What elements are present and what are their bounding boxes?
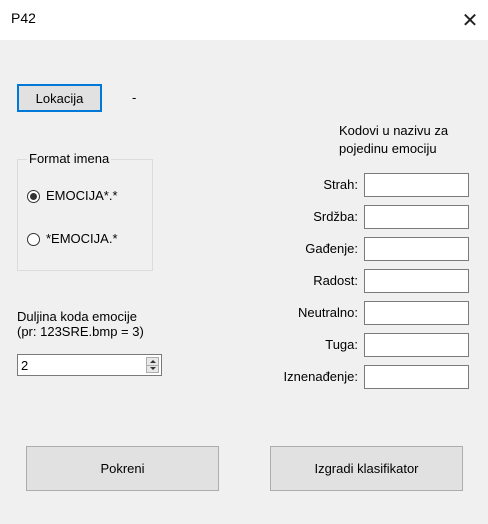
- title-bar: P42 ✕: [0, 0, 488, 40]
- emotion-codes-header-line2: pojedinu emociju: [339, 141, 437, 156]
- location-value: -: [132, 90, 137, 105]
- emotion-label-neutralno: Neutralno:: [298, 305, 358, 320]
- emotion-input-strah[interactable]: [364, 173, 469, 197]
- close-icon[interactable]: ✕: [452, 0, 488, 40]
- spin-buttons[interactable]: [146, 357, 159, 373]
- emotion-label-radost: Radost:: [313, 273, 358, 288]
- code-length-label-line2: (pr: 123SRE.bmp = 3): [17, 324, 144, 339]
- emotion-codes-header-line1: Kodovi u nazivu za: [339, 123, 449, 138]
- emotion-input-srdzba[interactable]: [364, 205, 469, 229]
- run-button[interactable]: Pokreni: [26, 446, 219, 491]
- format-option-1-label[interactable]: EMOCIJA*.*: [46, 188, 118, 203]
- code-length-value[interactable]: 2: [21, 358, 28, 373]
- format-option-2-label[interactable]: *EMOCIJA.*: [46, 231, 118, 246]
- emotion-input-iznenadjenje[interactable]: [364, 365, 469, 389]
- format-option-1-radio[interactable]: [27, 190, 40, 203]
- emotion-label-gadjenje: Gađenje:: [305, 241, 358, 256]
- name-format-legend: Format imena: [27, 151, 112, 166]
- build-classifier-button[interactable]: Izgradi klasifikator: [270, 446, 463, 491]
- window-title: P42: [11, 10, 36, 26]
- format-option-2-radio[interactable]: [27, 233, 40, 246]
- emotion-label-iznenadjenje: Iznenađenje:: [283, 369, 358, 384]
- location-button[interactable]: Lokacija: [17, 84, 102, 112]
- code-length-label-line1: Duljina koda emocije: [17, 309, 137, 324]
- emotion-label-strah: Strah:: [323, 177, 358, 192]
- emotion-label-tuga: Tuga:: [325, 337, 358, 352]
- emotion-input-neutralno[interactable]: [364, 301, 469, 325]
- emotion-label-srdzba: Srdžba:: [313, 209, 358, 224]
- emotion-input-tuga[interactable]: [364, 333, 469, 357]
- code-length-stepper[interactable]: 2: [17, 354, 162, 376]
- emotion-input-radost[interactable]: [364, 269, 469, 293]
- chevron-down-icon[interactable]: [147, 365, 158, 372]
- emotion-input-gadjenje[interactable]: [364, 237, 469, 261]
- name-format-group: [17, 159, 153, 271]
